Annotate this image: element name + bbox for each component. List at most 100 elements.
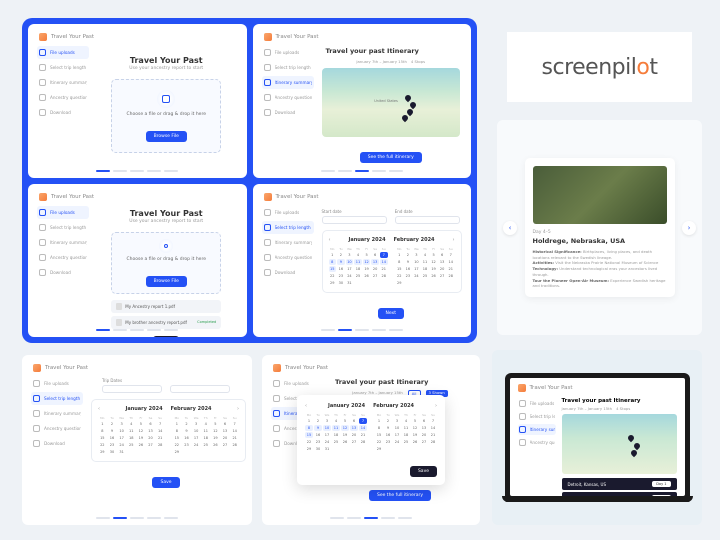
calendar-day[interactable]: 14 bbox=[359, 425, 367, 431]
calendar-day[interactable]: 26 bbox=[411, 439, 419, 445]
calendar-day[interactable]: 1 bbox=[329, 252, 337, 258]
save-button[interactable]: Save bbox=[152, 477, 179, 488]
calendar-day[interactable]: 17 bbox=[393, 432, 401, 438]
calendar-day[interactable]: 3 bbox=[192, 421, 201, 427]
calendar-day[interactable]: 16 bbox=[404, 266, 412, 272]
calendar-day[interactable]: 12 bbox=[411, 425, 419, 431]
calendar-day[interactable]: 25 bbox=[402, 439, 410, 445]
calendar-day[interactable]: 23 bbox=[314, 439, 322, 445]
calendar-day[interactable]: 11 bbox=[402, 425, 410, 431]
browse-button[interactable]: Browse File bbox=[146, 131, 187, 142]
calendar-day[interactable]: 22 bbox=[305, 439, 313, 445]
calendar-day[interactable]: 20 bbox=[371, 266, 379, 272]
calendar-day[interactable]: 17 bbox=[413, 266, 421, 272]
calendar-day[interactable]: 9 bbox=[404, 259, 412, 265]
calendar-day[interactable]: 24 bbox=[117, 442, 126, 448]
calendar-day[interactable]: 25 bbox=[127, 442, 136, 448]
calendar-day[interactable]: 19 bbox=[411, 432, 419, 438]
calendar-day[interactable]: 10 bbox=[346, 259, 354, 265]
calendar-day[interactable]: 9 bbox=[384, 425, 392, 431]
calendar-day[interactable]: 11 bbox=[127, 428, 136, 434]
sidebar-item-summary[interactable]: Itinerary summary bbox=[37, 76, 89, 89]
calendar-day[interactable]: 18 bbox=[127, 435, 136, 441]
calendar-day[interactable]: 7 bbox=[230, 421, 239, 427]
sidebar-item-download[interactable]: Download bbox=[37, 106, 89, 119]
calendar-day[interactable]: 21 bbox=[429, 432, 437, 438]
calendar-day[interactable]: 2 bbox=[182, 421, 191, 427]
calendar-day[interactable]: 12 bbox=[363, 259, 371, 265]
calendar-day[interactable]: 11 bbox=[201, 428, 210, 434]
sidebar-item-uploads[interactable]: File uploads bbox=[37, 46, 89, 59]
calendar-day[interactable]: 22 bbox=[173, 442, 182, 448]
sidebar-item-questions[interactable]: Ancestry questions bbox=[37, 91, 89, 104]
calendar-day[interactable]: 16 bbox=[337, 266, 345, 272]
calendar-day[interactable]: 1 bbox=[375, 418, 383, 424]
calendar-day[interactable]: 9 bbox=[182, 428, 191, 434]
calendar-day[interactable]: 5 bbox=[211, 421, 220, 427]
calendar-day[interactable]: 6 bbox=[371, 252, 379, 258]
calendar-day[interactable]: 27 bbox=[350, 439, 358, 445]
calendar-day[interactable]: 9 bbox=[337, 259, 345, 265]
calendar-day[interactable]: 21 bbox=[447, 266, 455, 272]
calendar-day[interactable]: 5 bbox=[137, 421, 146, 427]
calendar-day[interactable]: 20 bbox=[420, 432, 428, 438]
calendar-day[interactable]: 13 bbox=[146, 428, 155, 434]
calendar-modal[interactable]: ‹ January 2024February 2024 › MoTuWeThFr… bbox=[297, 395, 445, 485]
calendar-day[interactable]: 27 bbox=[146, 442, 155, 448]
calendar-day[interactable]: 14 bbox=[380, 259, 388, 265]
calendar-day[interactable]: 8 bbox=[173, 428, 182, 434]
calendar-day[interactable]: 23 bbox=[384, 439, 392, 445]
calendar-day[interactable]: 28 bbox=[359, 439, 367, 445]
file-row[interactable]: My Ancestry report 1.pdf bbox=[111, 300, 221, 313]
calendar-day[interactable]: 23 bbox=[404, 273, 412, 279]
calendar-day[interactable]: 5 bbox=[430, 252, 438, 258]
next-button[interactable]: Next bbox=[153, 336, 179, 338]
calendar-day[interactable]: 11 bbox=[332, 425, 340, 431]
calendar-day[interactable]: 10 bbox=[413, 259, 421, 265]
calendar-day[interactable]: 13 bbox=[350, 425, 358, 431]
calendar-day[interactable]: 26 bbox=[137, 442, 146, 448]
calendar-day[interactable]: 30 bbox=[314, 446, 322, 452]
calendar-day[interactable]: 17 bbox=[117, 435, 126, 441]
prev-month-icon[interactable]: ‹ bbox=[329, 237, 331, 243]
see-itinerary-button[interactable]: See the full itinerary bbox=[369, 490, 431, 501]
calendar[interactable]: ‹ January 2024February 2024 › MoTuWeThFr… bbox=[322, 230, 462, 293]
calendar-day[interactable]: 13 bbox=[221, 428, 230, 434]
calendar-day[interactable]: 16 bbox=[314, 432, 322, 438]
calendar-day[interactable]: 30 bbox=[337, 280, 345, 286]
calendar-day[interactable]: 22 bbox=[375, 439, 383, 445]
calendar-day[interactable]: 8 bbox=[329, 259, 337, 265]
calendar-day[interactable]: 26 bbox=[341, 439, 349, 445]
calendar-day[interactable]: 22 bbox=[396, 273, 404, 279]
calendar-day[interactable]: 19 bbox=[137, 435, 146, 441]
calendar-day[interactable]: 29 bbox=[329, 280, 337, 286]
calendar-day[interactable]: 19 bbox=[211, 435, 220, 441]
calendar-day[interactable]: 18 bbox=[402, 432, 410, 438]
calendar-day[interactable]: 4 bbox=[127, 421, 136, 427]
calendar-day[interactable]: 27 bbox=[438, 273, 446, 279]
calendar-day[interactable]: 17 bbox=[346, 266, 354, 272]
calendar-day[interactable]: 22 bbox=[98, 442, 107, 448]
calendar-day[interactable]: 5 bbox=[341, 418, 349, 424]
calendar-day[interactable]: 24 bbox=[323, 439, 331, 445]
trip-dates-input[interactable] bbox=[102, 385, 162, 393]
calendar-day[interactable]: 6 bbox=[420, 418, 428, 424]
calendar-day[interactable]: 1 bbox=[173, 421, 182, 427]
calendar-day[interactable]: 5 bbox=[411, 418, 419, 424]
calendar-day[interactable]: 22 bbox=[329, 273, 337, 279]
calendar-day[interactable]: 17 bbox=[323, 432, 331, 438]
calendar-day[interactable]: 1 bbox=[396, 252, 404, 258]
browse-button[interactable]: Browse File bbox=[146, 276, 187, 287]
calendar-day[interactable]: 29 bbox=[173, 449, 182, 455]
file-row[interactable]: My brother ancestry report.pdfCompleted bbox=[111, 316, 221, 329]
calendar-day[interactable]: 21 bbox=[359, 432, 367, 438]
calendar-day[interactable]: 13 bbox=[420, 425, 428, 431]
calendar-day[interactable]: 12 bbox=[137, 428, 146, 434]
calendar-day[interactable]: 14 bbox=[230, 428, 239, 434]
calendar-day[interactable]: 15 bbox=[396, 266, 404, 272]
calendar-day[interactable]: 26 bbox=[430, 273, 438, 279]
map[interactable]: United States bbox=[322, 68, 461, 137]
calendar-day[interactable]: 8 bbox=[98, 428, 107, 434]
calendar-day[interactable]: 11 bbox=[421, 259, 429, 265]
next-month-icon[interactable]: › bbox=[452, 237, 454, 243]
